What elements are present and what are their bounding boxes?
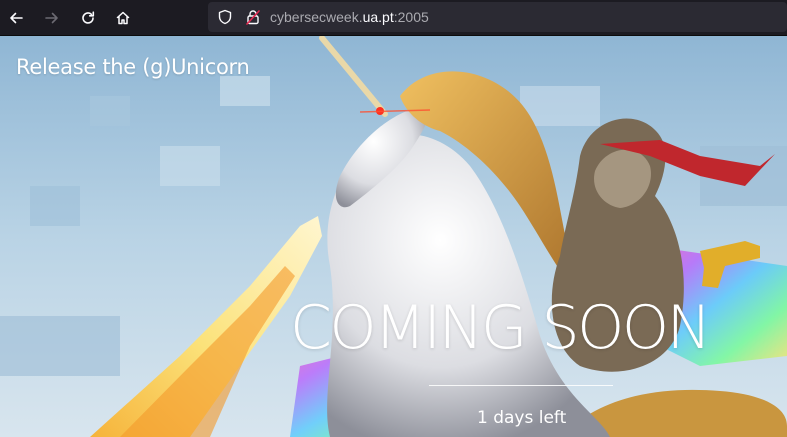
url-text[interactable]: cybersecweek.ua.pt:2005 [270,9,429,25]
forward-button[interactable] [39,5,65,31]
url-subdomain: cybersecweek. [270,9,363,25]
site-brand-title[interactable]: Release the (g)Unicorn [16,55,250,79]
url-port: :2005 [393,9,429,25]
divider-line [429,385,613,386]
address-bar[interactable]: cybersecweek.ua.pt:2005 [208,2,787,32]
lock-warning-icon[interactable] [245,9,261,25]
shield-icon[interactable] [217,9,233,25]
home-button[interactable] [110,5,136,31]
reload-icon [82,11,95,24]
coming-soon-headline: COMING SOON [290,293,711,363]
back-button[interactable] [3,5,29,31]
home-icon [116,11,130,25]
reload-button[interactable] [75,5,101,31]
url-host: ua.pt [362,9,394,25]
hero-background-image [0,36,787,437]
webpage-viewport: Release the (g)Unicorn COMING SOON 1 day… [0,36,787,437]
countdown-text: 1 days left [477,408,567,428]
back-arrow-icon [10,12,23,24]
browser-toolbar: cybersecweek.ua.pt:2005 [0,0,787,36]
forward-arrow-icon [45,12,58,24]
